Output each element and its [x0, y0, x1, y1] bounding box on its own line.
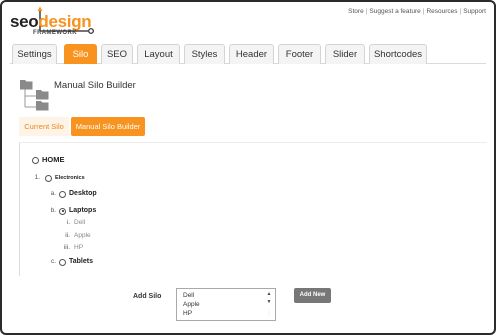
tree-marker: ii.: [65, 232, 70, 239]
chevron-up-icon[interactable]: ▲: [265, 291, 273, 297]
resize-grip-icon[interactable]: ⋮: [265, 310, 273, 316]
tree-label-tablets: Tablets: [69, 258, 93, 265]
add-silo-listbox[interactable]: Dell Apple HP ▲ ▼ ⋮: [176, 288, 276, 321]
radio-home[interactable]: [32, 156, 39, 164]
subtab-current-silo[interactable]: Current Silo: [19, 117, 69, 136]
tree-label-electronics: Electronics: [55, 175, 85, 181]
tree-marker: c.: [50, 258, 56, 265]
radio-electronics[interactable]: [45, 174, 52, 182]
tab-settings[interactable]: Settings: [12, 44, 57, 64]
tree-label-hp[interactable]: HP: [74, 243, 83, 253]
page-title: Manual Silo Builder: [54, 80, 136, 91]
tab-styles[interactable]: Styles: [184, 44, 225, 64]
radio-desktop[interactable]: [59, 190, 66, 198]
tree-label-home: HOME: [42, 155, 65, 164]
link-suggest-feature[interactable]: Suggest a feature: [369, 8, 420, 15]
listbox-option-hp[interactable]: HP: [183, 310, 192, 317]
subtab-manual-silo-builder[interactable]: Manual Silo Builder: [71, 117, 145, 136]
radio-tablets[interactable]: [59, 258, 66, 266]
add-silo-label: Add Silo: [133, 293, 162, 300]
tree-label-desktop: Desktop: [69, 190, 97, 197]
folder-tree-icon: [20, 80, 49, 111]
logo-framework-text: FRAMEWORK: [33, 30, 77, 36]
link-store[interactable]: Store: [348, 8, 364, 15]
tree-marker: iii.: [63, 244, 70, 251]
listbox-scrollbar[interactable]: ▲ ▼ ⋮: [265, 291, 273, 318]
tree-marker: 1.: [34, 174, 40, 181]
tab-seo[interactable]: SEO: [101, 44, 133, 64]
tab-footer[interactable]: Footer: [278, 44, 321, 64]
tree-marker: a.: [50, 190, 56, 197]
tab-slider[interactable]: Slider: [325, 44, 365, 64]
tab-layout[interactable]: Layout: [137, 44, 180, 64]
tab-header[interactable]: Header: [229, 44, 274, 64]
radio-laptops[interactable]: [59, 207, 66, 215]
listbox-option-apple[interactable]: Apple: [183, 301, 200, 308]
tree-label-apple[interactable]: Apple: [74, 231, 91, 241]
tree-label-dell[interactable]: Dell: [74, 218, 85, 228]
logo-design-text: design: [38, 12, 92, 31]
top-links: Store | Suggest a feature | Resources | Suppor…: [348, 8, 486, 15]
tab-silo[interactable]: Silo: [64, 44, 97, 64]
main-tabs: Settings Silo SEO Layout Styles Header F…: [10, 44, 486, 64]
chevron-down-icon[interactable]: ▼: [265, 299, 273, 305]
link-support[interactable]: Support: [463, 8, 486, 15]
link-resources[interactable]: Resources: [426, 8, 457, 15]
logo-wordmark: seodesign: [10, 12, 92, 32]
silo-tree: HOME 1. Electronics a. Desktop b. Laptop…: [19, 142, 487, 276]
tree-label-laptops: Laptops: [69, 207, 97, 214]
tree-marker: b.: [50, 207, 56, 214]
logo-seo-text: seo: [10, 12, 39, 31]
tab-shortcodes[interactable]: Shortcodes: [369, 44, 427, 64]
add-new-button[interactable]: Add New: [294, 288, 331, 303]
listbox-option-dell[interactable]: Dell: [183, 292, 194, 299]
app-window: seodesign FRAMEWORK Store | Suggest a feat…: [0, 0, 496, 335]
tree-marker: i.: [66, 219, 70, 226]
seo-design-logo: seodesign FRAMEWORK: [10, 6, 100, 42]
